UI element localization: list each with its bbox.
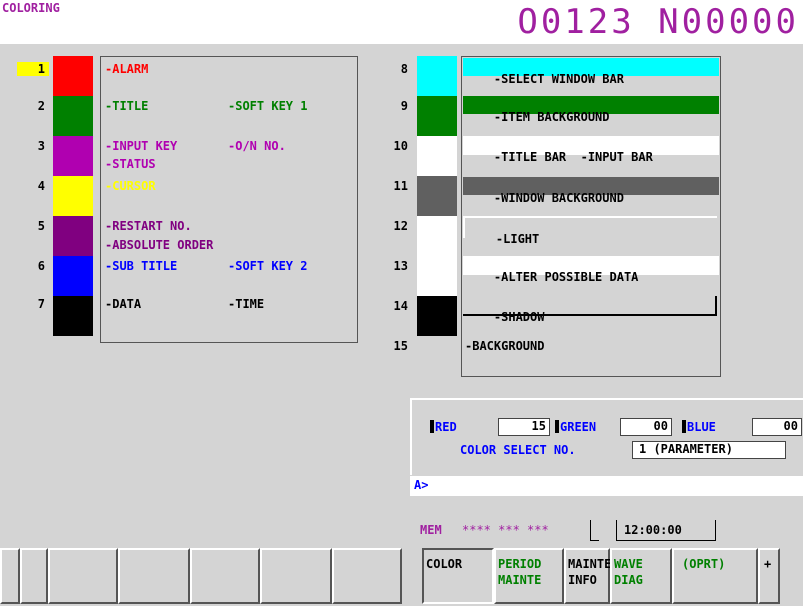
color-number-11[interactable]: 11 (388, 179, 408, 193)
label-select-window-bar: -SELECT WINDOW BAR (493, 72, 624, 86)
softkey-mainte-info-label: MAINTE INFO (568, 557, 612, 587)
label-window-background: -WINDOW BACKGROUND (493, 191, 624, 205)
color-number-14[interactable]: 14 (388, 299, 408, 313)
color-swatch-5[interactable] (53, 216, 93, 256)
color-swatch-8[interactable] (417, 56, 457, 96)
label-time: -TIME (228, 297, 265, 311)
color-select-value: 1 (PARAMETER) (639, 442, 733, 456)
label-restart-no: -RESTART NO. (105, 219, 192, 233)
label-background: -BACKGROUND (465, 339, 545, 353)
color-number-9[interactable]: 9 (388, 99, 408, 113)
rgb-panel (410, 398, 803, 475)
softkey-left-empty-7[interactable] (332, 548, 402, 604)
color-swatch-6[interactable] (53, 256, 93, 296)
softkey-oprt[interactable]: (OPRT) (672, 548, 758, 604)
status-separator-2 (616, 520, 716, 541)
label-item-background: -ITEM BACKGROUND (493, 110, 610, 124)
color-swatch-2[interactable] (53, 96, 93, 136)
bar-title-input: -TITLE BAR -INPUT BAR (463, 136, 719, 164)
label-title-bar: -TITLE BAR (493, 150, 567, 164)
softkey-period-mainte[interactable]: PERIOD MAINTE (494, 548, 564, 604)
bar-light: -LIGHT (463, 216, 717, 246)
label-title: -TITLE (105, 99, 149, 113)
label-cursor: -CURSOR (105, 179, 156, 193)
color-number-15[interactable]: 15 (388, 339, 408, 353)
input-prompt: A> (414, 478, 429, 492)
status-indicator: **** *** *** (462, 523, 549, 537)
color-number-12[interactable]: 12 (388, 219, 408, 233)
color-swatch-7[interactable] (53, 296, 93, 336)
label-absolute-order: -ABSOLUTE ORDER (105, 238, 214, 252)
green-label: GREEN (555, 420, 596, 434)
color-swatch-3[interactable] (53, 136, 93, 176)
status-line: MEM **** *** *** 12:00:00 (410, 518, 803, 542)
label-alarm: -ALARM (105, 62, 149, 76)
status-separator-1 (590, 520, 599, 541)
color-select-field[interactable]: 1 (PARAMETER) (632, 441, 786, 459)
label-alter-possible-data: -ALTER POSSIBLE DATA (493, 270, 639, 284)
blue-value-field[interactable]: 00 (752, 418, 802, 436)
color-swatch-10[interactable] (417, 136, 457, 176)
softkey-left-empty-5[interactable] (190, 548, 260, 604)
color-number-6[interactable]: 6 (25, 259, 45, 273)
bar-window-background: -WINDOW BACKGROUND (463, 177, 719, 205)
softkey-mainte-info[interactable]: MAINTE INFO (564, 548, 612, 604)
label-input-key: -INPUT KEY (105, 139, 178, 153)
bar-select-window: -SELECT WINDOW BAR (463, 58, 719, 86)
softkey-left-empty-1[interactable] (0, 548, 20, 604)
color-swatch-4[interactable] (53, 176, 93, 216)
label-shadow: -SHADOW (493, 310, 545, 324)
label-soft-key-1: -SOFT KEY 1 (228, 99, 308, 113)
color-number-5[interactable]: 5 (25, 219, 45, 233)
color-number-2[interactable]: 2 (25, 99, 45, 113)
bar-shadow: -SHADOW (463, 296, 717, 324)
mode-indicator: MEM (420, 523, 442, 537)
green-value-field[interactable]: 00 (620, 418, 672, 436)
color-swatch-1[interactable] (53, 56, 93, 96)
softkey-next[interactable]: + (758, 548, 780, 604)
color-number-1[interactable]: 1 (17, 62, 49, 76)
softkey-left-empty-6[interactable] (260, 548, 332, 604)
blue-label: BLUE (682, 420, 716, 434)
label-status: -STATUS (105, 157, 156, 171)
title-bar: COLORING O0123 N00000 (0, 0, 803, 44)
color-number-3[interactable]: 3 (25, 139, 45, 153)
softkey-color[interactable]: COLOR (422, 548, 494, 604)
key-input-line[interactable]: A> (410, 476, 803, 496)
color-swatch-11[interactable] (417, 176, 457, 216)
label-sub-title: -SUB TITLE (105, 259, 178, 273)
softkey-left-empty-2[interactable] (20, 548, 48, 604)
red-label: RED (430, 420, 457, 434)
cnc-screen: COLORING O0123 N00000 1 2 3 4 5 6 7 -ALA… (0, 0, 803, 606)
softkey-period-mainte-label: PERIOD MAINTE (498, 557, 542, 587)
bar-item-background: -ITEM BACKGROUND (463, 96, 719, 124)
red-value-field[interactable]: 15 (498, 418, 550, 436)
softkey-wave-diag-label: WAVE DIAG (614, 557, 643, 587)
label-soft-key-2: -SOFT KEY 2 (228, 259, 308, 273)
label-on-no: -O/N NO. (228, 139, 286, 153)
color-swatch-13[interactable] (417, 256, 457, 296)
softkey-oprt-label: (OPRT) (682, 557, 726, 571)
program-number: O0123 N00000 (517, 2, 799, 42)
color-swatch-9[interactable] (417, 96, 457, 136)
bar-alter-possible: -ALTER POSSIBLE DATA (463, 256, 719, 284)
color-number-7[interactable]: 7 (25, 297, 45, 311)
label-input-bar: -INPUT BAR (580, 150, 653, 164)
label-data: -DATA (105, 297, 142, 311)
color-number-13[interactable]: 13 (388, 259, 408, 273)
color-number-10[interactable]: 10 (388, 139, 408, 153)
softkey-wave-diag[interactable]: WAVE DIAG (610, 548, 672, 604)
label-light: -LIGHT (495, 232, 540, 246)
softkey-left-empty-4[interactable] (118, 548, 190, 604)
color-select-label: COLOR SELECT NO. (460, 443, 576, 457)
color-number-8[interactable]: 8 (388, 62, 408, 76)
screen-title: COLORING (2, 1, 60, 15)
color-number-4[interactable]: 4 (25, 179, 45, 193)
color-swatch-12[interactable] (417, 216, 457, 256)
softkey-next-label: + (764, 557, 772, 571)
softkey-color-label: COLOR (426, 557, 463, 571)
softkey-left-empty-3[interactable] (48, 548, 118, 604)
color-swatch-14[interactable] (417, 296, 457, 336)
